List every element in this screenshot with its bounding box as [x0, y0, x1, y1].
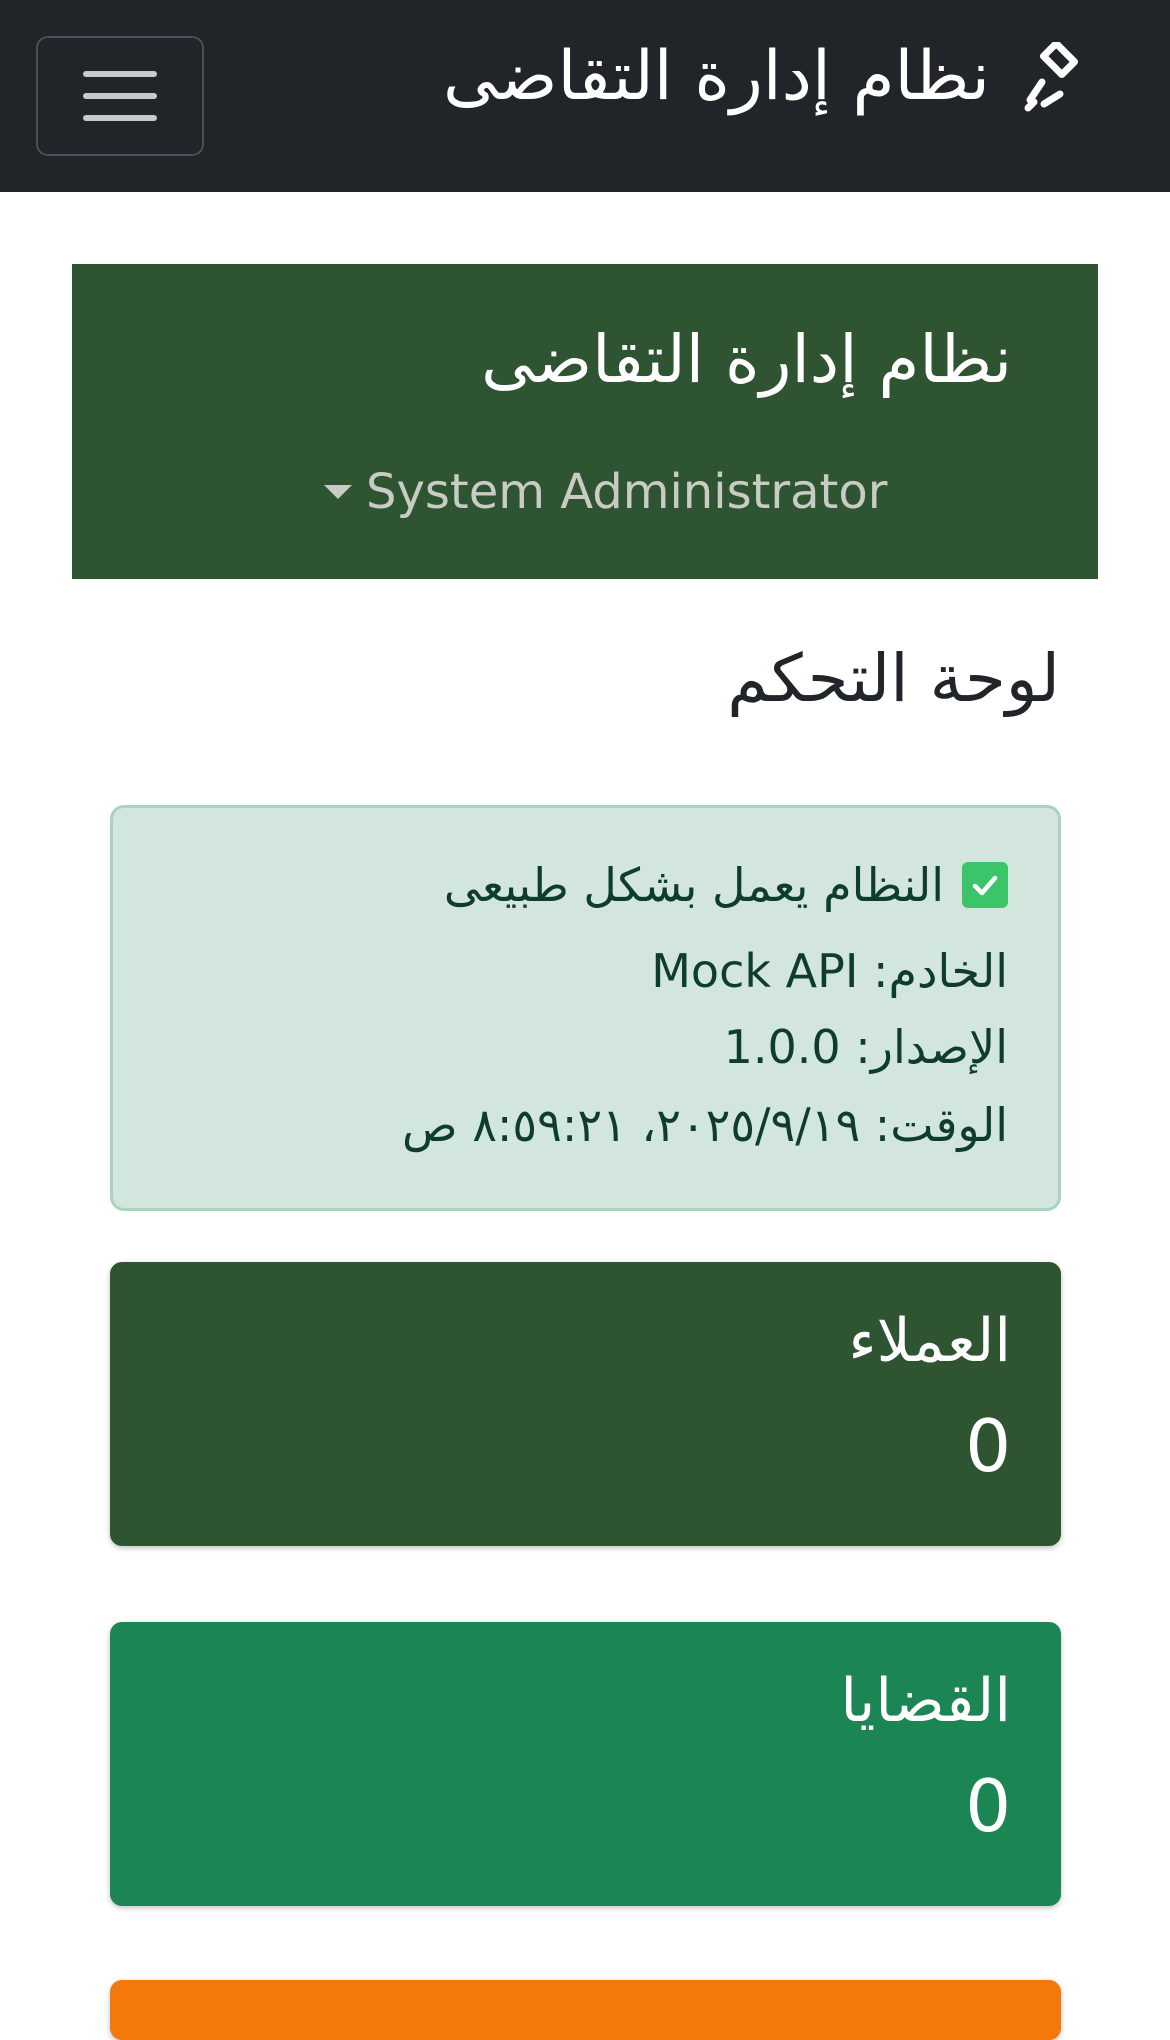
- stat-label: العملاء: [848, 1306, 1011, 1376]
- time-line: الوقت: ٢٠٢٥/٩/١٩، ٨:٥٩:٢١ ص: [401, 1098, 1008, 1152]
- status-message: النظام يعمل بشكل طبيعى: [443, 858, 944, 912]
- gavel-icon: [1024, 42, 1079, 112]
- check-icon: [962, 862, 1008, 908]
- stat-value: 0: [965, 1404, 1011, 1488]
- system-status-alert: النظام يعمل بشكل طبيعى الخادم: Mock API …: [110, 805, 1061, 1211]
- cases-stat-card[interactable]: القضايا 0: [110, 1622, 1061, 1906]
- sidebar-title: نظام إدارة التقاضى: [481, 321, 1012, 398]
- page-title: لوحة التحكم: [727, 640, 1060, 717]
- hamburger-menu-icon: [83, 71, 157, 77]
- server-line: الخادم: Mock API: [651, 944, 1008, 998]
- sidebar-header: نظام إدارة التقاضى System Administrator: [72, 264, 1098, 579]
- user-menu-dropdown[interactable]: System Administrator: [324, 464, 887, 520]
- hamburger-bar: [83, 93, 157, 99]
- version-line: الإصدار: 1.0.0: [723, 1020, 1008, 1074]
- hamburger-bar: [83, 115, 157, 121]
- third-stat-card[interactable]: [110, 1980, 1061, 2040]
- navbar-brand[interactable]: نظام إدارة التقاضى: [443, 42, 1090, 112]
- top-navbar: نظام إدارة التقاضى: [0, 0, 1170, 192]
- user-name: System Administrator: [366, 464, 888, 520]
- chevron-down-icon: [324, 485, 352, 499]
- stat-label: القضايا: [840, 1666, 1011, 1736]
- stat-value: 0: [965, 1764, 1011, 1848]
- status-message-row: النظام يعمل بشكل طبيعى: [444, 858, 1008, 912]
- clients-stat-card[interactable]: العملاء 0: [110, 1262, 1061, 1546]
- navbar-toggle-button[interactable]: [36, 36, 204, 156]
- navbar-brand-title: نظام إدارة التقاضى: [443, 37, 990, 116]
